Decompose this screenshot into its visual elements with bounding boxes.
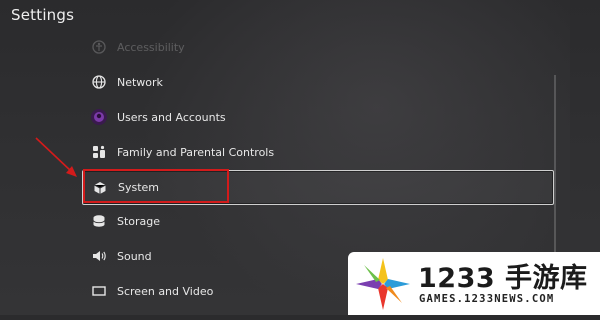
menu-item-accessibility[interactable]: Accessibility	[82, 30, 552, 64]
watermark: 1233 手游库 GAMES.1233NEWS.COM	[348, 252, 600, 315]
menu-item-family-and-parental-controls[interactable]: Family and Parental Controls	[82, 135, 552, 169]
watermark-domain: GAMES.1233NEWS.COM	[419, 293, 555, 305]
speaker-icon	[91, 248, 107, 264]
menu-item-label: Screen and Video	[117, 284, 214, 298]
annotation-highlight-box	[83, 169, 229, 203]
menu-item-label: Family and Parental Controls	[117, 145, 275, 159]
family-icon	[91, 144, 107, 160]
globe-icon	[91, 74, 107, 90]
storage-icon	[91, 213, 107, 229]
watermark-logo-icon	[356, 258, 410, 310]
watermark-name: 1233 手游库	[418, 263, 588, 294]
accessibility-icon	[91, 39, 107, 55]
menu-item-storage[interactable]: Storage	[82, 204, 552, 238]
menu-item-label: Storage	[117, 214, 161, 228]
menu-item-label: Network	[117, 75, 163, 89]
menu-item-label: Accessibility	[117, 40, 185, 54]
menu-item-network[interactable]: Network	[82, 65, 552, 99]
menu-item-label: Sound	[117, 249, 152, 263]
user-avatar-icon	[91, 109, 107, 125]
menu-item-label: Users and Accounts	[117, 110, 226, 124]
menu-item-users-and-accounts[interactable]: Users and Accounts	[82, 100, 552, 134]
screen-icon	[91, 283, 107, 299]
